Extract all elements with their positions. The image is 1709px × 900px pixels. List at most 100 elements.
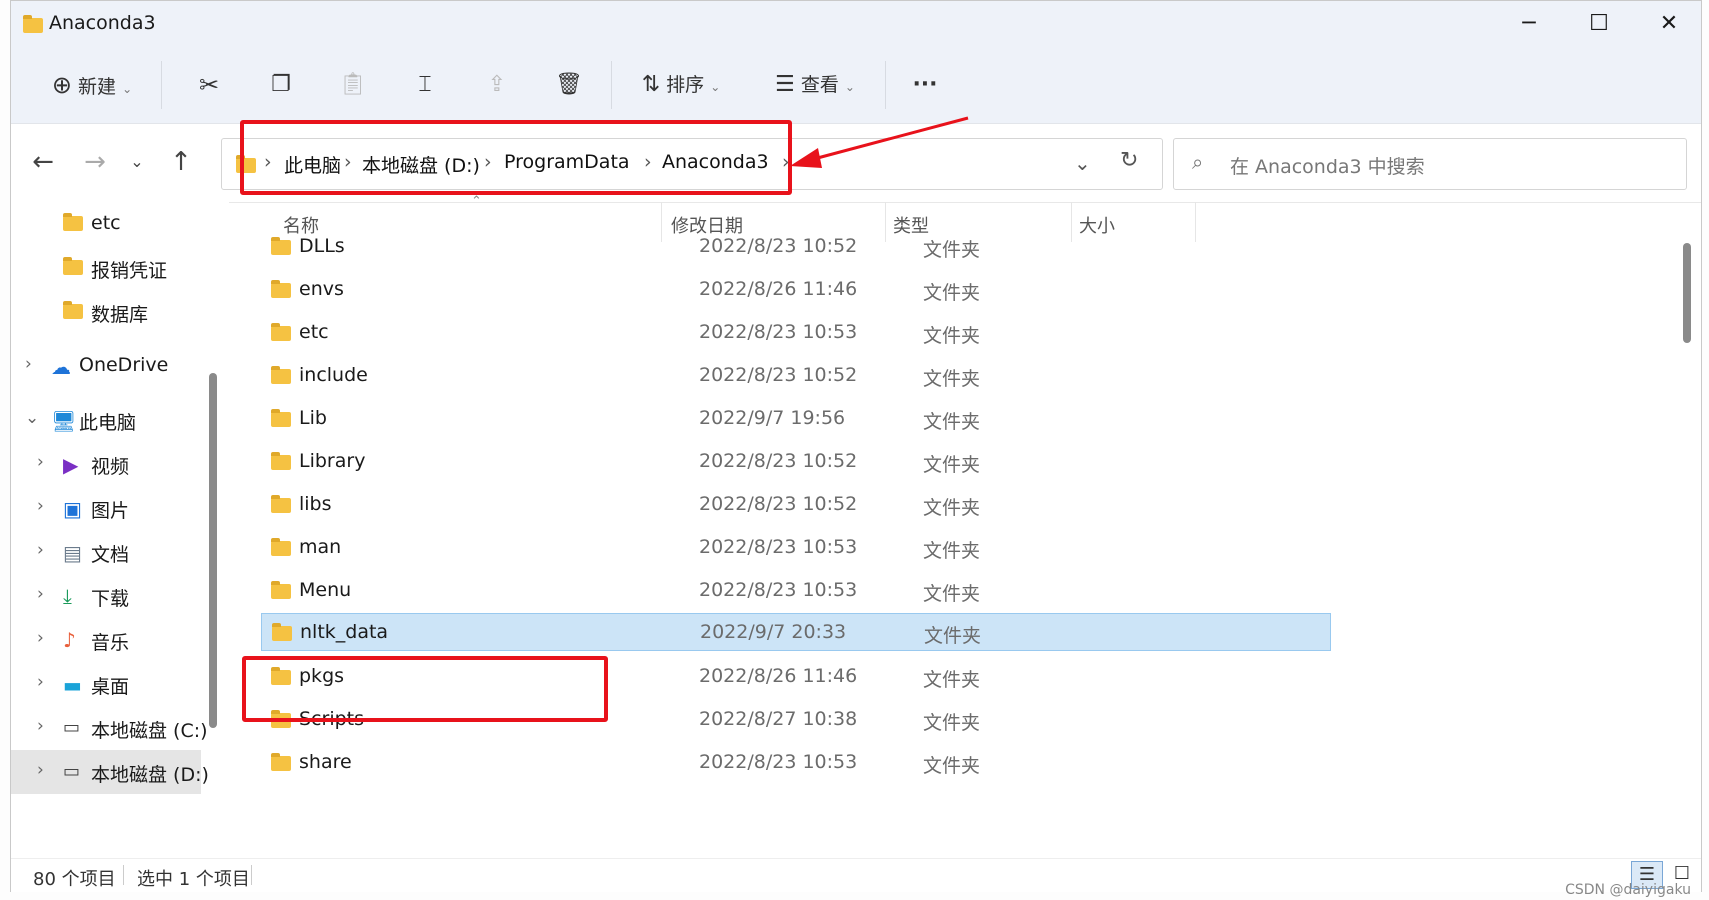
computer-icon: 🖥︎ xyxy=(51,409,77,433)
file-type: 文件夹 xyxy=(923,497,981,519)
sidebar-item-this-pc[interactable]: ⌄ 🖥︎ 此电脑 xyxy=(11,398,229,442)
rename-button[interactable]: ⌶ xyxy=(405,67,445,103)
file-date: 2022/9/7 20:33 xyxy=(700,621,847,643)
search-icon: ⌕ xyxy=(1192,150,1204,174)
file-row-include[interactable]: include 2022/8/23 10:52 文件夹 xyxy=(261,353,1331,399)
chevron-right-icon[interactable]: › xyxy=(37,628,44,648)
music-icon: ♪ xyxy=(63,628,76,652)
sort-up-icon: ⌃ xyxy=(471,194,482,209)
share-button[interactable]: ⇪ xyxy=(477,67,517,103)
toolbar-divider xyxy=(611,61,612,109)
file-row-library[interactable]: Library 2022/8/23 10:52 文件夹 xyxy=(261,439,1331,485)
chevron-right-icon[interactable]: › xyxy=(25,354,32,374)
copy-icon: ❐ xyxy=(271,72,291,97)
toolbar-divider xyxy=(885,61,886,109)
navigation-pane: etc 报销凭证 数据库 › ☁ OneDrive ⌄ 🖥︎ 此电脑 › ▶ 视… xyxy=(11,202,229,864)
sort-button[interactable]: ⇅ 排序 ⌄ xyxy=(631,67,731,103)
delete-button[interactable]: 🗑︎ xyxy=(549,67,589,103)
trash-icon: 🗑︎ xyxy=(555,72,583,97)
file-type: 文件夹 xyxy=(923,712,981,734)
minimize-button[interactable]: ─ xyxy=(1506,9,1552,39)
window-title: Anaconda3 xyxy=(49,12,156,34)
file-row-share[interactable]: share 2022/8/23 10:53 文件夹 xyxy=(261,740,1331,786)
recent-locations-button[interactable]: ⌄ xyxy=(119,144,155,180)
chevron-right-icon[interactable]: › xyxy=(37,496,44,516)
file-row-libs[interactable]: libs 2022/8/23 10:52 文件夹 xyxy=(261,482,1331,528)
file-date: 2022/8/26 11:46 xyxy=(699,665,858,687)
sidebar-item-downloads[interactable]: › ⤓ 下载 xyxy=(11,574,229,618)
new-button[interactable]: ⊕ 新建 ⌄ xyxy=(37,67,147,103)
chevron-right-icon[interactable]: › xyxy=(37,716,44,736)
up-button[interactable]: ↑ xyxy=(163,144,199,180)
sidebar-item-label: 本地磁盘 (D:) xyxy=(91,764,209,786)
arrow-left-icon: ← xyxy=(32,147,54,177)
file-type: 文件夹 xyxy=(923,239,981,261)
refresh-icon[interactable]: ↻ xyxy=(1120,148,1138,173)
file-date: 2022/8/23 10:53 xyxy=(699,536,858,558)
view-label: 查看 xyxy=(800,74,839,96)
sidebar-item-music[interactable]: › ♪ 音乐 xyxy=(11,618,229,662)
file-list: ⌃ 名称 修改日期 类型 大小 DLLs 2022/8/23 10:52 文件夹… xyxy=(241,194,1681,864)
sidebar-item-desktop[interactable]: › ▬ 桌面 xyxy=(11,662,229,706)
maximize-button[interactable]: ☐ xyxy=(1576,9,1622,39)
sidebar-item-videos[interactable]: › ▶ 视频 xyxy=(11,442,229,486)
file-name: Lib xyxy=(299,407,327,429)
file-name: envs xyxy=(299,278,344,300)
sidebar-item-drive-d[interactable]: › ▭ 本地磁盘 (D:) xyxy=(11,750,209,794)
file-row-etc[interactable]: etc 2022/8/23 10:53 文件夹 xyxy=(261,310,1331,356)
file-row-man[interactable]: man 2022/8/23 10:53 文件夹 xyxy=(261,525,1331,571)
sidebar-item-onedrive[interactable]: › ☁ OneDrive xyxy=(11,344,229,388)
sidebar-item-label: 报销凭证 xyxy=(91,260,168,282)
folder-icon xyxy=(63,213,83,231)
cut-button[interactable]: ✂ xyxy=(189,67,229,103)
file-row-lib[interactable]: Lib 2022/9/7 19:56 文件夹 xyxy=(261,396,1331,442)
chevron-down-icon: ⌄ xyxy=(130,152,144,171)
sidebar-item-database[interactable]: 数据库 xyxy=(11,290,229,334)
file-type: 文件夹 xyxy=(923,282,981,304)
sidebar-item-label: etc xyxy=(91,212,121,234)
view-button[interactable]: ☰ 查看 ⌄ xyxy=(763,67,867,103)
new-label: 新建 xyxy=(78,76,117,98)
paste-button[interactable]: 📋︎ xyxy=(333,67,373,103)
file-row-envs[interactable]: envs 2022/8/26 11:46 文件夹 xyxy=(261,267,1331,313)
file-list-scrollbar[interactable] xyxy=(1683,243,1691,343)
chevron-right-icon[interactable]: › xyxy=(37,760,44,780)
arrow-right-icon: → xyxy=(84,147,106,177)
arrow-shaft xyxy=(809,116,969,162)
file-type: 文件夹 xyxy=(923,540,981,562)
more-options-button[interactable]: ··· xyxy=(905,67,945,103)
sidebar-item-label: 数据库 xyxy=(91,304,149,326)
chevron-right-icon[interactable]: › xyxy=(37,584,44,604)
file-row-menu[interactable]: Menu 2022/8/23 10:53 文件夹 xyxy=(261,568,1331,614)
file-row-nltk-data[interactable]: nltk_data 2022/9/7 20:33 文件夹 xyxy=(261,613,1331,651)
sidebar-item-pictures[interactable]: › ▣ 图片 xyxy=(11,486,229,530)
chevron-down-icon[interactable]: ⌄ xyxy=(25,408,39,428)
back-button[interactable]: ← xyxy=(25,144,61,180)
search-box[interactable]: ⌕ 在 Anaconda3 中搜索 xyxy=(1173,138,1687,190)
sidebar-item-label: 桌面 xyxy=(91,676,130,698)
sidebar-scrollbar[interactable] xyxy=(209,373,217,728)
file-name: man xyxy=(299,536,342,558)
chevron-right-icon[interactable]: › xyxy=(37,452,44,472)
sidebar-item-etc[interactable]: etc xyxy=(11,202,229,246)
sidebar-item-documents[interactable]: › ▤ 文档 xyxy=(11,530,229,574)
arrow-head xyxy=(790,148,822,168)
file-row-dlls[interactable]: DLLs 2022/8/23 10:52 文件夹 xyxy=(261,224,1331,270)
file-type: 文件夹 xyxy=(923,454,981,476)
chevron-right-icon[interactable]: › xyxy=(37,672,44,692)
sidebar-item-receipts[interactable]: 报销凭证 xyxy=(11,246,229,290)
file-type: 文件夹 xyxy=(923,411,981,433)
copy-button[interactable]: ❐ xyxy=(261,67,301,103)
file-name: libs xyxy=(299,493,332,515)
title-bar: Anaconda3 ─ ☐ ✕ xyxy=(11,1,1701,45)
close-button[interactable]: ✕ xyxy=(1646,9,1692,39)
chevron-right-icon[interactable]: › xyxy=(37,540,44,560)
address-dropdown-icon[interactable]: ⌄ xyxy=(1074,151,1091,175)
folder-icon xyxy=(23,15,43,33)
folder-icon xyxy=(271,323,291,341)
sidebar-item-drive-c[interactable]: › ▭ 本地磁盘 (C:) xyxy=(11,706,229,750)
file-date: 2022/8/23 10:53 xyxy=(699,321,858,343)
drive-icon: ▭ xyxy=(63,761,81,782)
sidebar-item-label: 视频 xyxy=(91,456,130,478)
forward-button[interactable]: → xyxy=(77,144,113,180)
